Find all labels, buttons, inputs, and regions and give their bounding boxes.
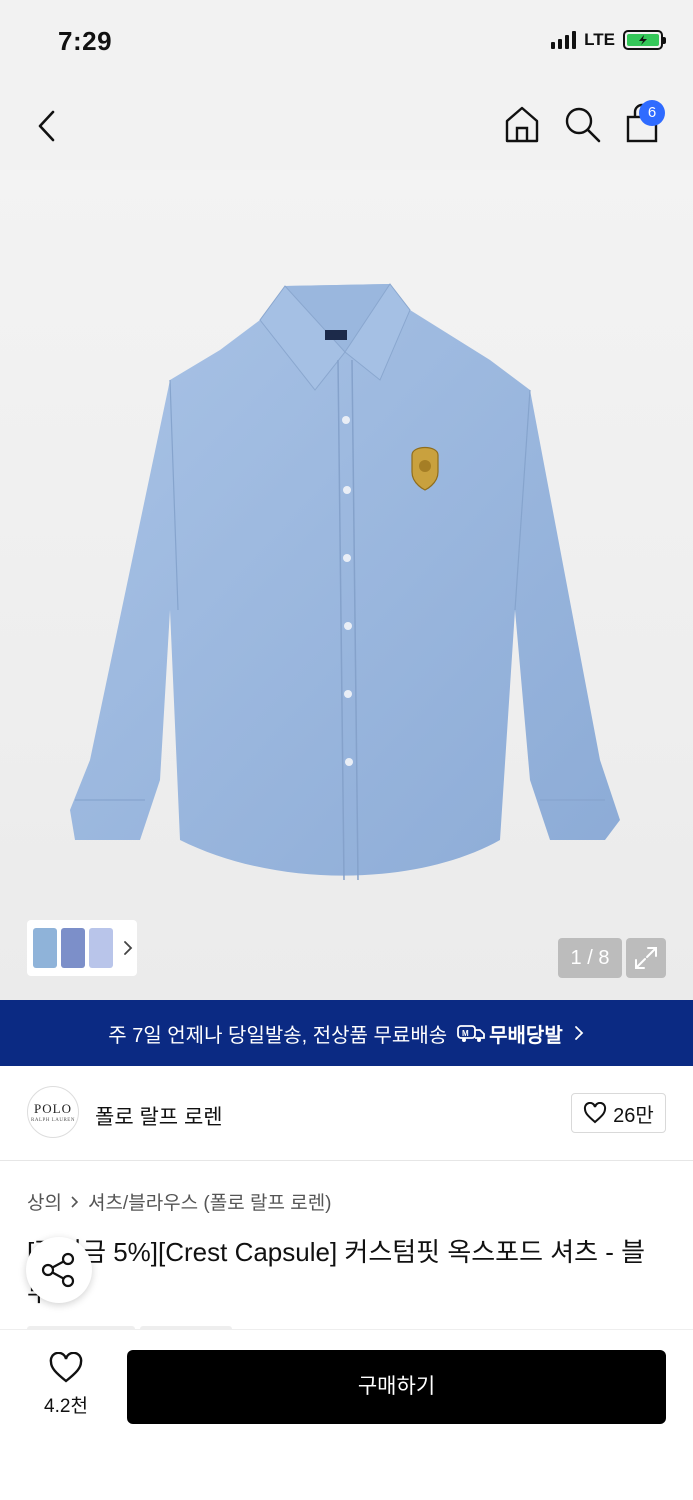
wishlist-button[interactable]: 4.2천 (30, 1351, 102, 1418)
shipping-banner[interactable]: 주 7일 언제나 당일발송, 전상품 무료배송 M 무배당발 (0, 1000, 693, 1066)
thumbnail-image[interactable] (89, 928, 113, 968)
chevron-right-icon (71, 1195, 79, 1208)
heart-icon (49, 1351, 83, 1383)
free-shipping-badge: M 무배당발 (457, 1019, 563, 1048)
status-indicators: LTE (551, 30, 666, 50)
expand-button[interactable] (626, 938, 666, 978)
svg-text:M: M (462, 1029, 469, 1038)
wishlist-count: 4.2천 (44, 1396, 88, 1417)
back-button[interactable] (28, 104, 68, 148)
network-label: LTE (584, 30, 615, 49)
top-nav (0, 80, 693, 170)
chevron-right-icon (124, 941, 133, 955)
signal-icon (551, 31, 577, 49)
brand-like-count: 26만 (613, 1104, 654, 1127)
home-button[interactable] (500, 102, 544, 146)
brand-logo-text: POLO (34, 1101, 72, 1116)
brand-logo[interactable]: POLO RALPH LAUREN (27, 1086, 79, 1138)
battery-icon (623, 30, 666, 50)
status-bar: 7:29 LTE (0, 0, 693, 80)
thumbnail-strip[interactable] (27, 920, 137, 976)
cart-count-badge: 6 (639, 100, 665, 126)
thumbnail-image[interactable] (61, 928, 85, 968)
buy-button[interactable]: 구매하기 (127, 1350, 666, 1424)
share-button[interactable] (26, 1237, 92, 1303)
product-title: [적립금 5%][Crest Capsule] 커스텀핏 옥스포드 셔츠 - 블… (27, 1237, 646, 1307)
home-icon (505, 106, 539, 143)
status-time: 7:29 (58, 26, 113, 56)
brand-row: POLO RALPH LAUREN 폴로 랄프 로렌 26만 (0, 1066, 693, 1161)
brand-logo-subtext: RALPH LAUREN (31, 1118, 75, 1123)
brand-name[interactable]: 폴로 랄프 로렌 (95, 1101, 223, 1131)
image-counter: 1 / 8 (558, 938, 622, 978)
shipping-banner-text: 주 7일 언제나 당일발송, 전상품 무료배송 (108, 1024, 448, 1047)
chevron-left-icon (38, 110, 55, 142)
breadcrumb-subcategory[interactable]: 셔츠/블라우스 (폴로 랄프 로렌) (88, 1188, 332, 1215)
breadcrumb-category[interactable]: 상의 (27, 1188, 62, 1215)
search-icon (565, 107, 601, 143)
delivery-truck-icon: M (457, 1025, 486, 1042)
share-icon (41, 1252, 75, 1288)
product-image (70, 283, 620, 881)
free-shipping-label: 무배당발 (489, 1024, 563, 1047)
battery-level (627, 34, 659, 46)
thumbnail-image[interactable] (33, 928, 57, 968)
heart-icon (584, 1102, 607, 1124)
chevron-right-icon (574, 1026, 584, 1040)
bottom-action-bar: 4.2천 구매하기 (0, 1329, 693, 1500)
breadcrumb: 상의 셔츠/블라우스 (폴로 랄프 로렌) (27, 1188, 332, 1215)
crest-emblem (411, 446, 439, 491)
expand-icon (635, 947, 657, 969)
search-button[interactable] (560, 102, 604, 146)
product-image-gallery[interactable]: 1 / 8 (0, 170, 693, 1000)
brand-like-button[interactable]: 26만 (571, 1093, 666, 1133)
